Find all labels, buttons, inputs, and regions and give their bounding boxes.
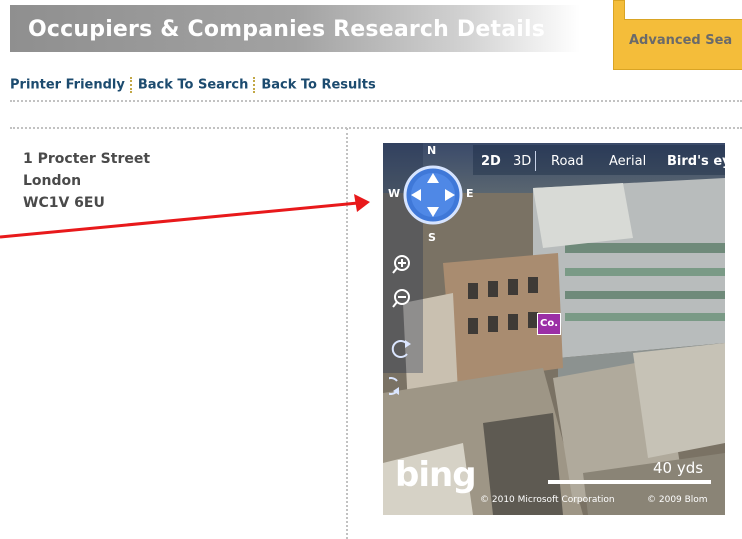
bing-logo: bing bbox=[395, 455, 477, 495]
advanced-search-tab-top bbox=[624, 0, 742, 20]
rotate-right-icon[interactable] bbox=[389, 373, 415, 397]
copyright-blom: © 2009 Blom bbox=[647, 495, 708, 505]
mode-road[interactable]: Road bbox=[551, 154, 584, 169]
mode-2d[interactable]: 2D bbox=[481, 154, 501, 169]
copyright-microsoft: © 2010 Microsoft Corporation bbox=[480, 495, 615, 505]
rotate-left-icon[interactable] bbox=[389, 338, 415, 362]
mode-3d[interactable]: 3D bbox=[513, 154, 531, 169]
zoom-in-icon[interactable] bbox=[391, 253, 415, 277]
back-to-search-link[interactable]: Back To Search bbox=[138, 78, 248, 93]
birds-eye-map[interactable]: N S W E 2D 3D Road Aerial Bird's ey Co. … bbox=[383, 143, 725, 515]
compass-n-label: N bbox=[427, 144, 437, 157]
divider-content bbox=[10, 127, 742, 129]
compass-s-label: S bbox=[428, 231, 436, 244]
link-separator bbox=[253, 77, 256, 93]
back-to-results-link[interactable]: Back To Results bbox=[261, 78, 375, 93]
compass-w-label: W bbox=[388, 187, 401, 200]
mode-birds-eye[interactable]: Bird's ey bbox=[667, 154, 725, 169]
mode-separator bbox=[535, 151, 536, 171]
mode-aerial[interactable]: Aerial bbox=[609, 154, 646, 169]
zoom-out-icon[interactable] bbox=[391, 287, 415, 311]
scale-label: 40 yds bbox=[653, 459, 704, 477]
address-line-city: London bbox=[23, 173, 82, 189]
printer-friendly-link[interactable]: Printer Friendly bbox=[10, 78, 125, 93]
scale-bar bbox=[548, 480, 711, 484]
compass-e-label: E bbox=[466, 187, 474, 200]
company-marker[interactable]: Co. bbox=[537, 313, 561, 335]
advanced-search-button[interactable]: Advanced Sea bbox=[613, 0, 742, 70]
page-title-bar: Occupiers & Companies Research Details bbox=[10, 5, 580, 52]
annotation-arrow bbox=[0, 194, 370, 239]
divider-top bbox=[10, 100, 742, 102]
link-separator bbox=[129, 77, 133, 93]
address-line-street: 1 Procter Street bbox=[23, 151, 151, 167]
nav-links: Printer Friendly Back To Search Back To Re… bbox=[10, 77, 376, 93]
page-title: Occupiers & Companies Research Details bbox=[28, 17, 546, 42]
advanced-search-label: Advanced Sea bbox=[629, 33, 733, 48]
